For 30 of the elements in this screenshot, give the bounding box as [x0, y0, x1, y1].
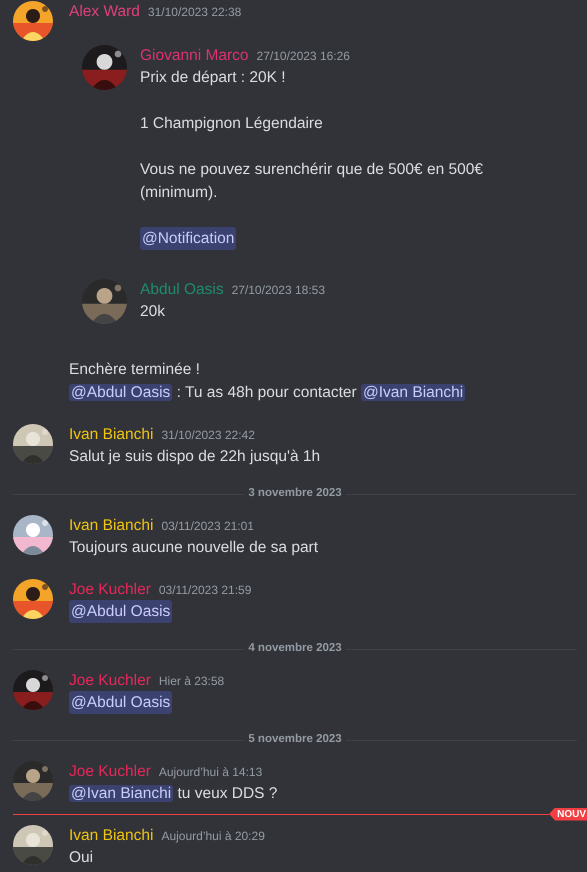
- message-text: Prix de départ : 20K !: [140, 68, 287, 88]
- timestamp: Hier à 23:58: [158, 673, 224, 690]
- message-text: 20k: [140, 302, 166, 322]
- author-name[interactable]: Ivan Bianchi: [69, 824, 154, 848]
- mention[interactable]: @Abdul Oasis: [69, 384, 172, 401]
- message-text: 1 Champignon Légendaire: [140, 114, 324, 134]
- new-messages-badge: NOUV: [549, 808, 587, 820]
- message-text: Toujours aucune nouvelle de sa part: [69, 538, 318, 558]
- message-text: Oui: [69, 848, 94, 868]
- timestamp: 03/11/2023 21:59: [158, 582, 252, 599]
- mention[interactable]: @Ivan Bianchi: [361, 384, 466, 401]
- timestamp: 27/10/2023 18:53: [232, 282, 325, 299]
- timestamp: 03/11/2023 21:01: [161, 518, 254, 535]
- timestamp: 31/10/2023 22:38: [148, 4, 242, 21]
- timestamp: Aujourd’hui à 20:29: [161, 828, 265, 845]
- mention[interactable]: @Notification: [140, 227, 236, 250]
- message-text: @Ivan Bianchi tu veux DDS ?: [69, 784, 278, 804]
- author-name[interactable]: Alex Ward: [69, 0, 140, 24]
- message-text: Vous ne pouvez surenchérir que de 500€ en 500€ (minimum).: [140, 160, 484, 203]
- author-name[interactable]: Ivan Bianchi: [69, 423, 154, 446]
- mention[interactable]: @Abdul Oasis: [69, 691, 172, 714]
- message-text: @Abdul Oasis : Tu as 48h pour contacter @Ivan Bianchi: [69, 383, 466, 403]
- message-text: Salut je suis dispo de 22h jusqu'à 1h: [69, 447, 320, 467]
- author-name[interactable]: Ivan Bianchi: [69, 514, 154, 538]
- mention[interactable]: @Abdul Oasis: [69, 600, 172, 623]
- message-text: Enchère terminée !: [69, 360, 201, 380]
- timestamp: 31/10/2023 22:42: [161, 427, 255, 444]
- mention[interactable]: @Ivan Bianchi: [69, 785, 174, 802]
- timestamp: Aujourd’hui à 14:13: [158, 764, 262, 781]
- timestamp: 27/10/2023 16:26: [256, 48, 350, 65]
